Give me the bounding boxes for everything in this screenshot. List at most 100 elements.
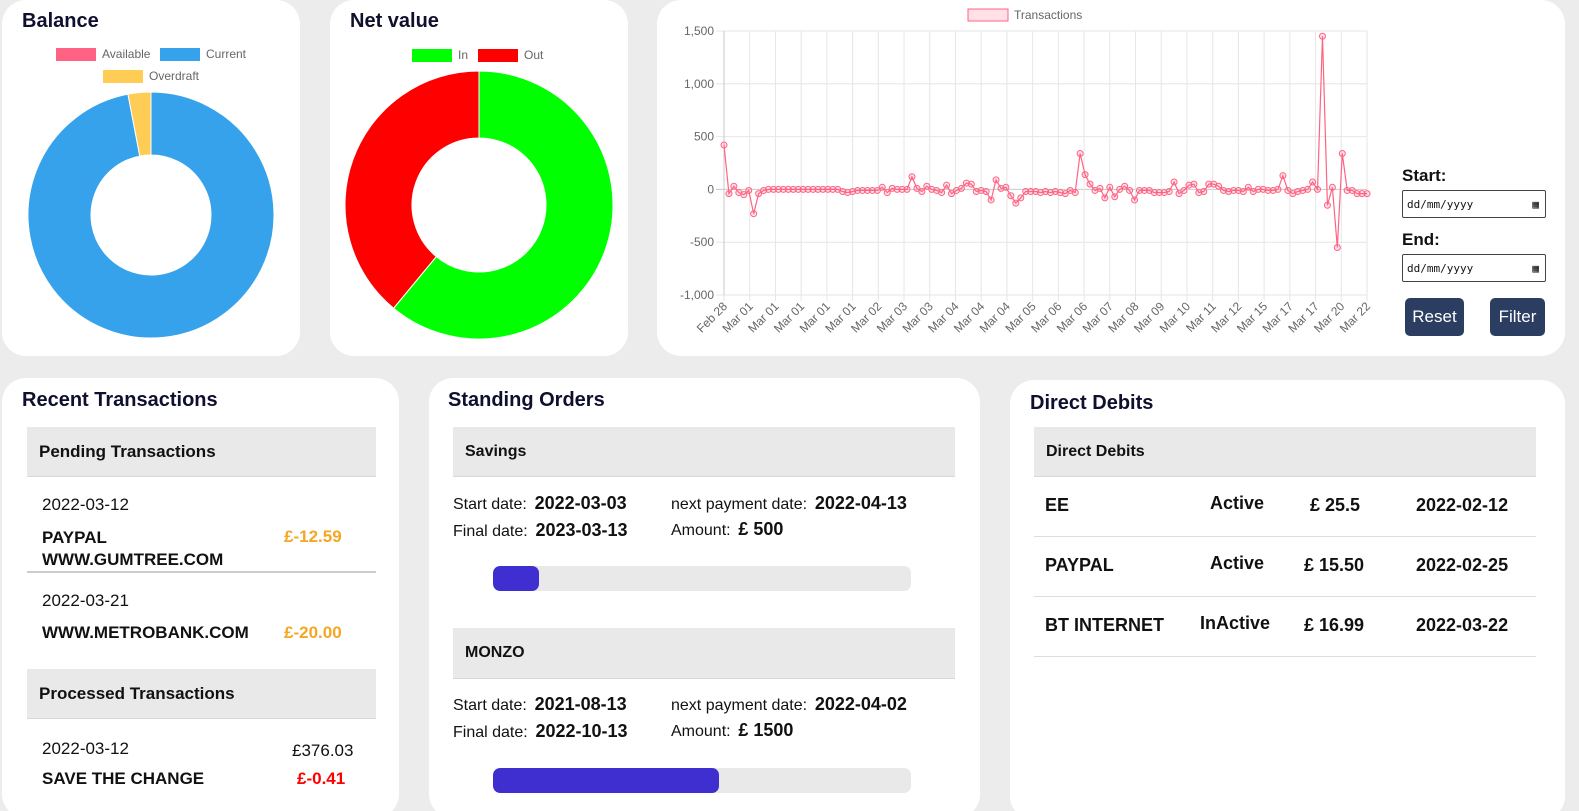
data-point[interactable] [1121, 182, 1129, 190]
data-point[interactable] [1279, 172, 1287, 180]
direct-debits-title: Direct Debits [1030, 392, 1154, 414]
calendar-icon: ▦ [1532, 197, 1539, 211]
data-point[interactable] [1180, 186, 1188, 194]
data-point[interactable] [1126, 186, 1134, 194]
data-point[interactable] [730, 182, 738, 190]
data-point[interactable] [938, 189, 946, 197]
y-tick-label: -1,000 [680, 288, 714, 302]
series-line [723, 36, 1367, 248]
transaction-date: 2022-03-21 [42, 591, 129, 610]
filter-button[interactable]: Filter [1490, 298, 1545, 336]
data-point[interactable] [1200, 188, 1208, 196]
transaction-amount: £-0.41 [297, 769, 346, 788]
data-point[interactable] [1190, 180, 1198, 188]
direct-debit-row[interactable]: EE Active £ 25.5 2022-02-12 [1034, 477, 1536, 537]
data-point[interactable] [1338, 149, 1346, 157]
next-payment-label: next payment date: [671, 496, 808, 513]
recent-transactions-card: Recent Transactions Pending Transactions… [2, 378, 399, 811]
data-point[interactable] [992, 176, 1000, 184]
y-tick-label: 1,000 [684, 77, 714, 91]
data-point[interactable] [1170, 178, 1178, 186]
data-point[interactable] [725, 190, 733, 198]
data-point[interactable] [1111, 193, 1119, 201]
transaction-balance: £376.03 [292, 741, 354, 760]
data-point[interactable] [1081, 171, 1089, 179]
y-tick-label: -500 [690, 235, 714, 249]
data-point[interactable] [1131, 196, 1139, 204]
end-date-input[interactable]: dd/mm/yyyy ▦ [1402, 254, 1546, 282]
direct-debit-row[interactable]: PAYPAL Active £ 15.50 2022-02-25 [1034, 537, 1536, 597]
transaction-name: WWW.METROBANK.COM [42, 623, 249, 642]
data-point[interactable] [878, 183, 886, 191]
amount-value: £ 500 [738, 519, 784, 539]
data-point[interactable] [908, 173, 916, 181]
net-value-card: Net value In Out [330, 0, 628, 356]
data-point[interactable] [1215, 182, 1223, 190]
data-point[interactable] [745, 186, 753, 194]
data-point[interactable] [750, 210, 758, 218]
data-point[interactable] [720, 141, 728, 149]
data-point[interactable] [1101, 194, 1109, 202]
transaction-item[interactable]: 2022-03-12 PAYPAL WWW.GUMTREE.COM £-12.5… [27, 477, 376, 573]
direct-debits-card: Direct Debits Direct Debits EE Active £ … [1010, 380, 1565, 811]
data-point[interactable] [1017, 194, 1025, 202]
data-point[interactable] [883, 189, 891, 197]
data-point[interactable] [1002, 183, 1010, 191]
data-point[interactable] [967, 180, 975, 188]
data-point[interactable] [987, 196, 995, 204]
data-point[interactable] [918, 188, 926, 196]
line-legend[interactable]: Transactions [967, 8, 1082, 22]
processed-transactions-header: Processed Transactions [27, 669, 376, 719]
data-point[interactable] [1071, 189, 1079, 197]
data-point[interactable] [1106, 183, 1114, 191]
pending-transactions-header: Pending Transactions [27, 427, 376, 477]
start-label: Start: [1402, 166, 1447, 185]
y-tick-label: 500 [694, 130, 714, 144]
data-point[interactable] [1076, 149, 1084, 157]
start-date-input[interactable]: dd/mm/yyyy ▦ [1402, 190, 1546, 218]
start-date-value: 2021-08-13 [534, 694, 627, 714]
final-date-row: Final date: 2023-03-13 [453, 520, 628, 541]
standing-orders-title: Standing Orders [448, 389, 605, 411]
data-point[interactable] [1314, 185, 1322, 193]
data-point[interactable] [982, 188, 990, 196]
transaction-date: 2022-03-12 [42, 495, 129, 514]
amount-label: Amount: [671, 723, 731, 740]
transaction-item[interactable]: 2022-03-12 £376.03 SAVE THE CHANGE £-0.4… [27, 719, 376, 799]
reset-button[interactable]: Reset [1405, 298, 1464, 336]
data-point[interactable] [1318, 32, 1326, 40]
direct-debit-row[interactable]: BT INTERNET InActive £ 16.99 2022-03-22 [1034, 597, 1536, 657]
direct-debit-amount: £ 25.5 [1310, 495, 1361, 515]
data-point[interactable] [1328, 183, 1336, 191]
final-date-label: Final date: [453, 724, 528, 741]
data-point[interactable] [1323, 201, 1331, 209]
data-point[interactable] [1239, 188, 1247, 196]
y-tick-label: 1,500 [684, 24, 714, 38]
data-point[interactable] [1363, 190, 1371, 198]
data-point[interactable] [1096, 184, 1104, 192]
data-point[interactable] [1007, 192, 1015, 200]
balance-card: Balance Available Current Overdraft [2, 0, 300, 356]
direct-debit-date: 2022-02-12 [1416, 495, 1509, 515]
data-point[interactable] [740, 191, 748, 199]
data-point[interactable] [903, 185, 911, 193]
transaction-amount: £-20.00 [284, 623, 342, 642]
net-value-doughnut-chart [344, 70, 614, 340]
data-point[interactable] [1086, 180, 1094, 188]
data-point[interactable] [1274, 185, 1282, 193]
data-point[interactable] [1165, 188, 1173, 196]
data-point[interactable] [957, 184, 965, 192]
data-point[interactable] [1012, 199, 1020, 207]
start-date-value: 2022-03-03 [534, 493, 627, 513]
recent-transactions-title: Recent Transactions [22, 389, 218, 411]
transaction-item[interactable]: 2022-03-21 WWW.METROBANK.COM £-20.00 [27, 575, 376, 655]
data-point[interactable] [1333, 243, 1341, 251]
standing-orders-card: Standing Orders Savings Start date: 2022… [429, 378, 980, 811]
direct-debit-amount: £ 15.50 [1304, 555, 1365, 575]
data-point[interactable] [943, 181, 951, 189]
transaction-name: SAVE THE CHANGE [42, 769, 205, 788]
data-point[interactable] [1309, 178, 1317, 186]
data-point[interactable] [1244, 183, 1252, 191]
data-point[interactable] [1304, 185, 1312, 193]
amount-row: Amount: £ 1500 [671, 720, 793, 741]
